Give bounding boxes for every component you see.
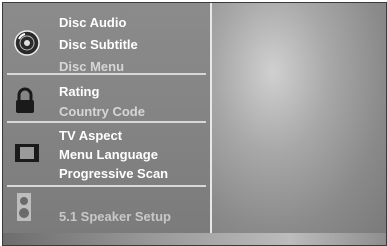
dvd-setup-screen: Disc Audio Disc Subtitle Disc Menu Ratin… xyxy=(2,2,387,246)
divider xyxy=(7,121,206,123)
display-menu-group: TV Aspect Menu Language Progressive Scan xyxy=(3,125,210,187)
menu-item-menu-language[interactable]: Menu Language xyxy=(59,147,158,163)
audio-menu-group: 5.1 Speaker Setup xyxy=(3,189,210,231)
menu-item-progressive-scan[interactable]: Progressive Scan xyxy=(59,166,168,182)
menu-item-country-code[interactable]: Country Code xyxy=(59,104,145,120)
disc-icon xyxy=(13,29,41,57)
menu-item-tv-aspect[interactable]: TV Aspect xyxy=(59,128,122,144)
divider xyxy=(7,185,206,187)
divider xyxy=(7,73,206,75)
status-bar xyxy=(3,233,386,245)
padlock-icon xyxy=(13,87,37,115)
speaker-icon xyxy=(13,191,35,223)
preview-area xyxy=(212,3,386,233)
menu-item-disc-audio[interactable]: Disc Audio xyxy=(59,15,126,31)
setup-menu: Disc Audio Disc Subtitle Disc Menu Ratin… xyxy=(3,3,212,233)
menu-item-rating[interactable]: Rating xyxy=(59,84,99,100)
disc-menu-group: Disc Audio Disc Subtitle Disc Menu xyxy=(3,3,210,75)
menu-item-disc-subtitle[interactable]: Disc Subtitle xyxy=(59,37,138,53)
tv-screen-icon xyxy=(13,141,41,169)
lock-menu-group: Rating Country Code xyxy=(3,77,210,123)
menu-item-speaker-setup[interactable]: 5.1 Speaker Setup xyxy=(59,209,171,225)
